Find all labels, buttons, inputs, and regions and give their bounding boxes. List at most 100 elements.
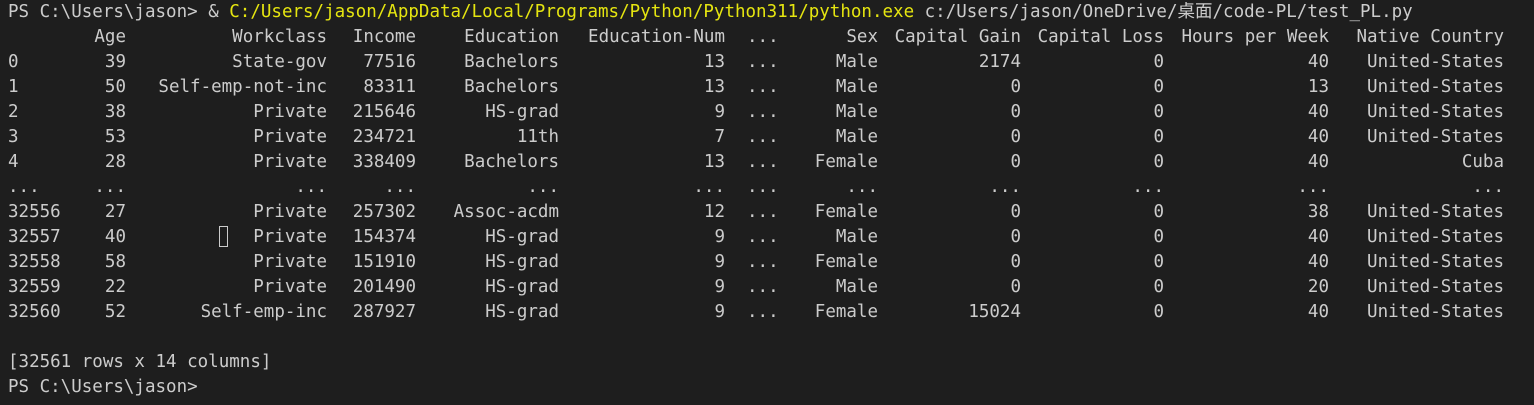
- cell-education: ...: [527, 177, 559, 197]
- cell-ellipsis: ...: [747, 152, 779, 172]
- cell-capital-loss: 0: [1153, 252, 1164, 272]
- cell-capital-gain: 0: [1010, 102, 1021, 122]
- cell-capital-gain: 0: [1010, 77, 1021, 97]
- cell-hours-per-week: 40: [1307, 52, 1329, 72]
- cell-ellipsis: ...: [747, 177, 779, 197]
- cell-education: 11th: [516, 127, 559, 147]
- cell-index: 3: [8, 127, 19, 147]
- cell-age: 53: [104, 127, 126, 147]
- cell-sex: ...: [846, 177, 878, 197]
- cell-workclass: ...: [295, 177, 327, 197]
- cell-income: 83311: [363, 77, 416, 97]
- cell-index: 2: [8, 102, 19, 122]
- table-row: 32558 58 Private 151910 HS-grad 9... Female 0 0 4…: [8, 250, 1534, 275]
- cell-index: 32557: [8, 227, 61, 247]
- cell-workclass: Private: [253, 252, 327, 272]
- cell-income: 257302: [352, 202, 416, 222]
- cell-index: 32559: [8, 277, 61, 297]
- cell-age: Age: [94, 27, 126, 47]
- cell-workclass: Self-emp-inc: [200, 302, 327, 322]
- cell-education-num: ...: [693, 177, 725, 197]
- cell-hours-per-week: 40: [1307, 127, 1329, 147]
- cell-sex: Male: [835, 277, 878, 297]
- cell-workclass: Private: [253, 227, 327, 247]
- cell-native-country: United-States: [1367, 277, 1504, 297]
- cell-capital-loss: 0: [1153, 277, 1164, 297]
- cell-capital-gain: 0: [1010, 252, 1021, 272]
- script-path: c:/Users/jason/OneDrive/桌面/code-PL/test_…: [914, 2, 1413, 22]
- cell-sex: Female: [814, 202, 878, 222]
- terminal-window[interactable]: PS C:\Users\jason> & C:/Users/jason/AppD…: [0, 0, 1534, 405]
- cell-workclass: State-gov: [232, 52, 327, 72]
- cell-hours-per-week: 20: [1307, 277, 1329, 297]
- cell-capital-loss: 0: [1153, 202, 1164, 222]
- cell-age: 50: [104, 77, 126, 97]
- cell-capital-gain: 0: [1010, 227, 1021, 247]
- cell-capital-loss: 0: [1153, 302, 1164, 322]
- cell-education-num: 13: [703, 77, 725, 97]
- table-row: 32559 22 Private 201490 HS-grad 9... Male 0 0 20 U…: [8, 275, 1534, 300]
- cell-capital-loss: 0: [1153, 127, 1164, 147]
- cell-workclass: Private: [253, 277, 327, 297]
- cell-age: 58: [104, 252, 126, 272]
- cell-education: HS-grad: [485, 227, 559, 247]
- cell-income: ...: [384, 177, 416, 197]
- python-executable-path: C:/Users/jason/AppData/Local/Programs/Py…: [229, 2, 915, 22]
- table-row: 0 39 State-gov 77516 Bachelors 13... Male 2174 0…: [8, 50, 1534, 75]
- cell-capital-gain: 2174: [978, 52, 1021, 72]
- cell-sex: Male: [835, 102, 878, 122]
- cell-capital-loss: 0: [1153, 227, 1164, 247]
- cell-education: Bachelors: [464, 52, 559, 72]
- cell-capital-loss: 0: [1153, 102, 1164, 122]
- cell-workclass: Private: [253, 127, 327, 147]
- cell-education: Education: [464, 27, 559, 47]
- cell-income: 154374: [352, 227, 416, 247]
- cell-education-num: 9: [714, 227, 725, 247]
- cell-native-country: United-States: [1367, 52, 1504, 72]
- cell-income: 201490: [352, 277, 416, 297]
- cell-sex: Male: [835, 52, 878, 72]
- dataframe-output: Age Workclass Income Education Education-Num…: [8, 25, 1534, 325]
- cell-age: 39: [104, 52, 126, 72]
- cell-ellipsis: ...: [747, 227, 779, 247]
- cell-ellipsis: ...: [747, 77, 779, 97]
- cell-education: HS-grad: [485, 277, 559, 297]
- cell-capital-loss: Capital Loss: [1037, 27, 1164, 47]
- cell-income: 338409: [352, 152, 416, 172]
- table-row: 1 50 Self-emp-not-inc 83311 Bachelors 13... Ma…: [8, 75, 1534, 100]
- cell-index: 0: [8, 52, 19, 72]
- cell-native-country: Native Country: [1356, 27, 1504, 47]
- cell-sex: Sex: [846, 27, 878, 47]
- cell-education-num: 9: [714, 102, 725, 122]
- cell-education-num: 13: [703, 152, 725, 172]
- cell-hours-per-week: 40: [1307, 227, 1329, 247]
- cell-income: 215646: [352, 102, 416, 122]
- cell-capital-gain: 0: [1010, 127, 1021, 147]
- cell-income: Income: [352, 27, 416, 47]
- cell-capital-loss: ...: [1132, 177, 1164, 197]
- cell-ellipsis: ...: [747, 302, 779, 322]
- cell-index: 32558: [8, 252, 61, 272]
- cell-education: Assoc-acdm: [453, 202, 559, 222]
- cell-education-num: 12: [703, 202, 725, 222]
- table-header-row: Age Workclass Income Education Education-Num…: [8, 25, 1534, 50]
- cell-ellipsis: ...: [747, 277, 779, 297]
- cell-income: 77516: [363, 52, 416, 72]
- cell-capital-loss: 0: [1153, 77, 1164, 97]
- cell-sex: Male: [835, 127, 878, 147]
- cell-sex: Female: [814, 302, 878, 322]
- cell-workclass: Workclass: [232, 27, 327, 47]
- cell-education-num: Education-Num: [588, 27, 725, 47]
- table-row: ....................................: [8, 175, 1534, 200]
- table-row: 4 28 Private 338409 Bachelors 13... Female 0 0 40…: [8, 150, 1534, 175]
- cell-capital-loss: 0: [1153, 52, 1164, 72]
- cell-education: Bachelors: [464, 77, 559, 97]
- cell-index: 32560: [8, 302, 61, 322]
- cell-hours-per-week: 40: [1307, 252, 1329, 272]
- table-row: 32557 40 Private 154374 HS-grad 9... Male 0 0 40 U…: [8, 225, 1534, 250]
- cell-hours-per-week: 40: [1307, 102, 1329, 122]
- table-row: 32556 27 Private 257302 Assoc-acdm 12... Femal…: [8, 200, 1534, 225]
- cell-education: Bachelors: [464, 152, 559, 172]
- table-row: 3 53 Private 234721 11th 7... Male 0 0 40 United-S…: [8, 125, 1534, 150]
- cell-native-country: United-States: [1367, 102, 1504, 122]
